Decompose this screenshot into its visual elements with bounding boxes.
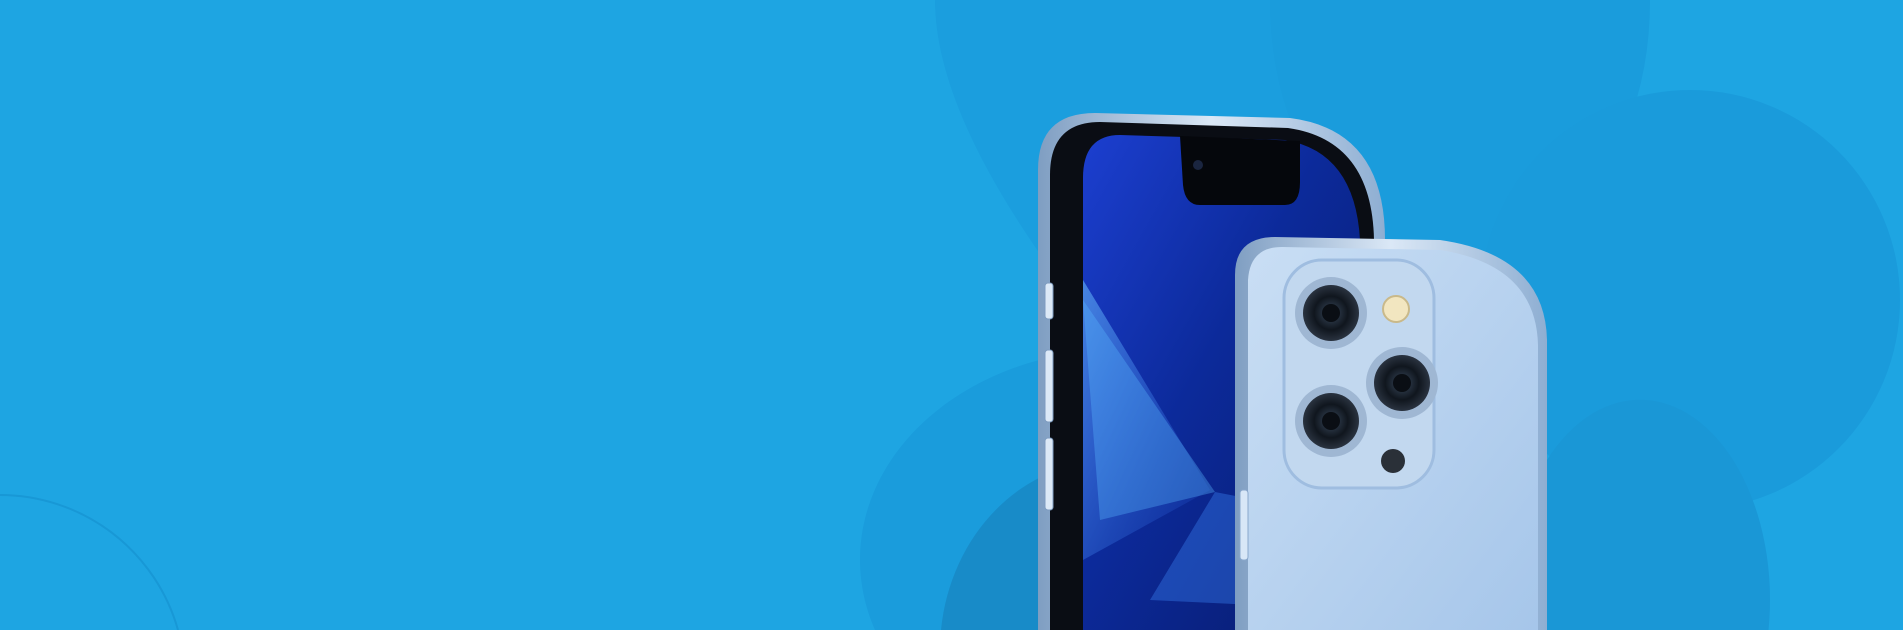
hero-banner: [0, 0, 1903, 630]
back-phone: [1235, 237, 1547, 630]
banner-artwork: [0, 0, 1903, 630]
lidar-sensor-icon: [1381, 449, 1405, 473]
flash-icon: [1382, 295, 1410, 323]
